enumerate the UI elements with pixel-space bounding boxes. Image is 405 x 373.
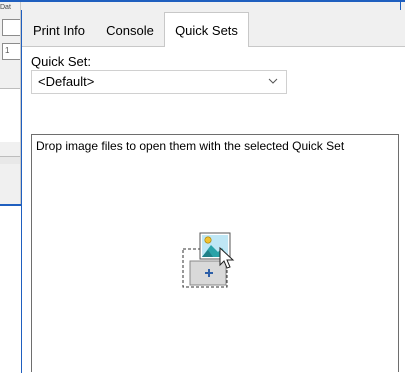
background-button-strip[interactable]	[0, 156, 20, 164]
drop-zone[interactable]: Drop image files to open them with the s…	[31, 134, 399, 372]
quick-set-selected-value: <Default>	[38, 74, 95, 89]
quick-set-dropdown[interactable]: <Default>	[31, 70, 287, 94]
background-clipped-label: Dat	[0, 4, 11, 11]
quick-set-label: Quick Set:	[31, 54, 91, 69]
background-input-field[interactable]	[2, 19, 20, 36]
background-window-border	[0, 204, 22, 206]
drop-image-icon	[182, 232, 235, 288]
quick-sets-panel: Print Info Console Quick Sets Quick Set:…	[21, 10, 405, 373]
background-input-field[interactable]	[2, 43, 20, 60]
tab-quick-sets[interactable]: Quick Sets	[164, 12, 249, 47]
drop-zone-hint: Drop image files to open them with the s…	[36, 139, 345, 153]
background-window-border	[0, 0, 405, 2]
tab-print-info[interactable]: Print Info	[23, 15, 95, 46]
chevron-down-icon	[268, 78, 278, 84]
tab-console[interactable]: Console	[95, 15, 165, 46]
background-list-area	[0, 88, 20, 142]
